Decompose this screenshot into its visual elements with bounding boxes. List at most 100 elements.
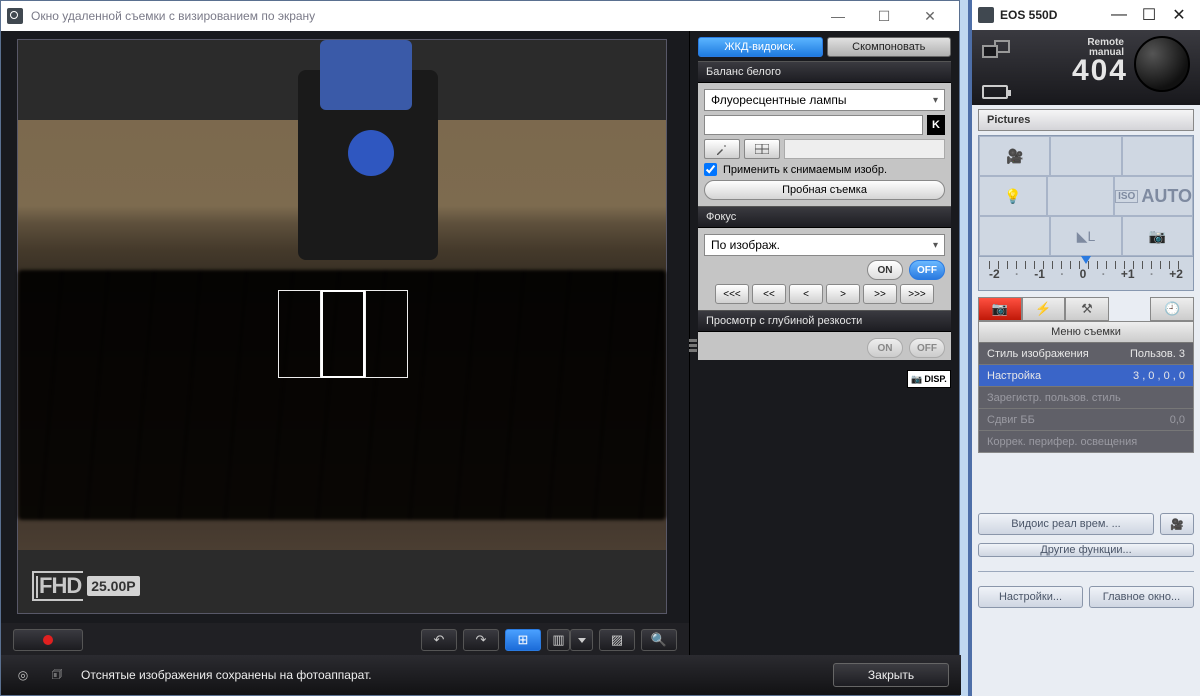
menu-row: Коррек. перифер. освещения [979, 430, 1193, 452]
other-functions-button[interactable]: Другие функции... [978, 543, 1194, 557]
focus-near-1-button[interactable]: < [789, 284, 823, 304]
wb-apply-checkbox-row[interactable]: Применить к снимаемым изобр. [704, 163, 945, 176]
wb-preview-box [784, 139, 945, 159]
menu-row[interactable]: Стиль изображенияПользов. 3 [979, 342, 1193, 364]
close-window-button[interactable]: ✕ [907, 1, 953, 31]
chevron-down-icon [578, 638, 586, 643]
tab-shooting[interactable]: 📷 [978, 297, 1022, 321]
iso-cell[interactable]: ISOAUTO [1114, 176, 1193, 216]
grid-icon [755, 144, 769, 154]
overlay-button[interactable]: ▥ [547, 629, 570, 651]
af-on-button[interactable]: ON [867, 260, 903, 280]
save-folder-button[interactable]: Pictures [978, 109, 1194, 131]
camera-status-panel: Remotemanual 404 [972, 30, 1200, 105]
wb-apply-checkbox[interactable] [704, 163, 717, 176]
chevron-down-icon: ▾ [933, 95, 938, 106]
test-shot-button[interactable]: Пробная съемка [704, 180, 945, 200]
camera-icon: 📷 [992, 301, 1008, 317]
af-point-selected[interactable] [321, 290, 366, 378]
af-cell[interactable] [979, 216, 1050, 256]
fluorescent-icon: 💡 [1004, 188, 1021, 205]
status-power-icon: ◎ [13, 665, 33, 685]
wb-preset-select[interactable]: Флуоресцентные лампы ▾ [704, 89, 945, 111]
rotate-cw-button[interactable]: ↷ [463, 629, 499, 651]
shutter-cell[interactable]: 📷 [1122, 216, 1193, 256]
minimize-button[interactable]: — [815, 1, 861, 31]
af-grid-button[interactable]: ⊞ [505, 629, 541, 651]
wb-grid-button[interactable] [744, 139, 780, 159]
tab-compose[interactable]: Скомпоновать [827, 37, 952, 57]
menu-row: Зарегистр. пользов. стиль [979, 386, 1193, 408]
resolution-label: FHD [32, 571, 83, 601]
zoom-button[interactable]: 🔍 [641, 629, 677, 651]
exposure-indicator [1081, 256, 1091, 264]
wb-preset-value: Флуоресцентные лампы [711, 93, 846, 107]
quick-settings-grid: 🎥 💡 ISOAUTO ◣L 📷 -2· -1· 0· +1· +2 [978, 135, 1194, 291]
focus-mode-value: По изображ. [711, 238, 780, 252]
overlay-dropdown-button[interactable] [570, 629, 593, 651]
focus-mode-select[interactable]: По изображ. ▾ [704, 234, 945, 256]
rotate-ccw-button[interactable]: ↶ [421, 629, 457, 651]
fps-label: 25.00P [87, 576, 139, 596]
focus-step-row: <<< << < > >> >>> [704, 284, 945, 304]
exposure-comp-scale[interactable]: -2· -1· 0· +1· +2 [979, 256, 1193, 290]
main-window-button[interactable]: Главное окно... [1089, 586, 1194, 608]
tab-flash[interactable]: ⚡ [1022, 297, 1066, 321]
mode-cell[interactable] [1047, 176, 1115, 216]
dof-section-header: Просмотр с глубиной резкости [698, 310, 951, 332]
cc-titlebar[interactable]: EOS 550D — ☐ ✕ [972, 0, 1200, 30]
liveview-button[interactable]: Видоис реал врем. ... [978, 513, 1154, 535]
disp-button[interactable]: DISP. [907, 370, 951, 388]
titlebar[interactable]: Окно удаленной съемки с визированием по … [1, 1, 959, 31]
drive-mode-cell[interactable]: 🎥 [979, 136, 1050, 176]
app-icon [978, 7, 994, 23]
maximize-button[interactable]: ☐ [861, 1, 907, 31]
liveview-window: Окно удаленной съемки с визированием по … [0, 0, 960, 696]
metering-cell[interactable] [1050, 136, 1121, 176]
close-button[interactable]: Закрыть [833, 663, 949, 687]
menu-row: Сдвиг ББ0,0 [979, 408, 1193, 430]
shots-remaining: 404 [1072, 54, 1128, 88]
histogram-button[interactable]: ▨ [599, 629, 635, 651]
focus-far-3-button[interactable]: >>> [900, 284, 934, 304]
wb-section-header: Баланс белого [698, 61, 951, 83]
focus-far-1-button[interactable]: > [826, 284, 860, 304]
quality-cell[interactable] [1122, 136, 1193, 176]
menu-row-label: Коррек. перифер. освещения [987, 436, 1137, 448]
status-bar: ◎ 🗊 Отснятые изображения сохранены на фо… [1, 655, 961, 695]
minimize-button[interactable]: — [1104, 1, 1134, 29]
quality-label: ◣L [1077, 228, 1096, 245]
wb-kelvin-input[interactable] [704, 115, 923, 135]
wb-eyedropper-button[interactable] [704, 139, 740, 159]
maximize-button[interactable]: ☐ [1134, 1, 1164, 29]
mode-dial[interactable] [1134, 36, 1190, 92]
af-area-grid[interactable] [278, 290, 408, 378]
dof-off-button[interactable]: OFF [909, 338, 945, 358]
iso-icon: ISO [1115, 190, 1138, 203]
liveview-icon-button[interactable]: 🎥 [1160, 513, 1194, 535]
close-window-button[interactable]: ✕ [1164, 1, 1194, 29]
focus-near-3-button[interactable]: <<< [715, 284, 749, 304]
record-button[interactable] [13, 629, 83, 651]
menu-row[interactable]: Настройка3 , 0 , 0 , 0 [979, 364, 1193, 386]
menu-row-label: Зарегистр. пользов. стиль [987, 392, 1121, 404]
menu-row-value: 0,0 [1170, 414, 1185, 426]
image-quality-cell[interactable]: ◣L [1050, 216, 1121, 256]
wb-cell[interactable]: 💡 [979, 176, 1047, 216]
live-preview[interactable]: FHD 25.00P [17, 39, 667, 614]
settings-panel: ЖКД-видоиск. Скомпоновать Баланс белого … [689, 31, 959, 657]
tab-timer[interactable]: 🕘 [1150, 297, 1194, 321]
tab-tools[interactable]: ⚒ [1065, 297, 1109, 321]
cc-tab-row: 📷 ⚡ ⚒ 🕘 [978, 297, 1194, 321]
tab-lcd-viewfinder[interactable]: ЖКД-видоиск. [698, 37, 823, 57]
camera-icon: 📷 [1149, 228, 1166, 245]
pane-splitter[interactable] [689, 36, 697, 655]
dof-on-button[interactable]: ON [867, 338, 903, 358]
divider [978, 571, 1194, 572]
focus-far-2-button[interactable]: >> [863, 284, 897, 304]
af-off-button[interactable]: OFF [909, 260, 945, 280]
focus-near-2-button[interactable]: << [752, 284, 786, 304]
settings-button[interactable]: Настройки... [978, 586, 1083, 608]
status-message: Отснятые изображения сохранены на фотоап… [81, 668, 819, 682]
camera-control-window: EOS 550D — ☐ ✕ Remotemanual 404 Pictures… [968, 0, 1200, 696]
